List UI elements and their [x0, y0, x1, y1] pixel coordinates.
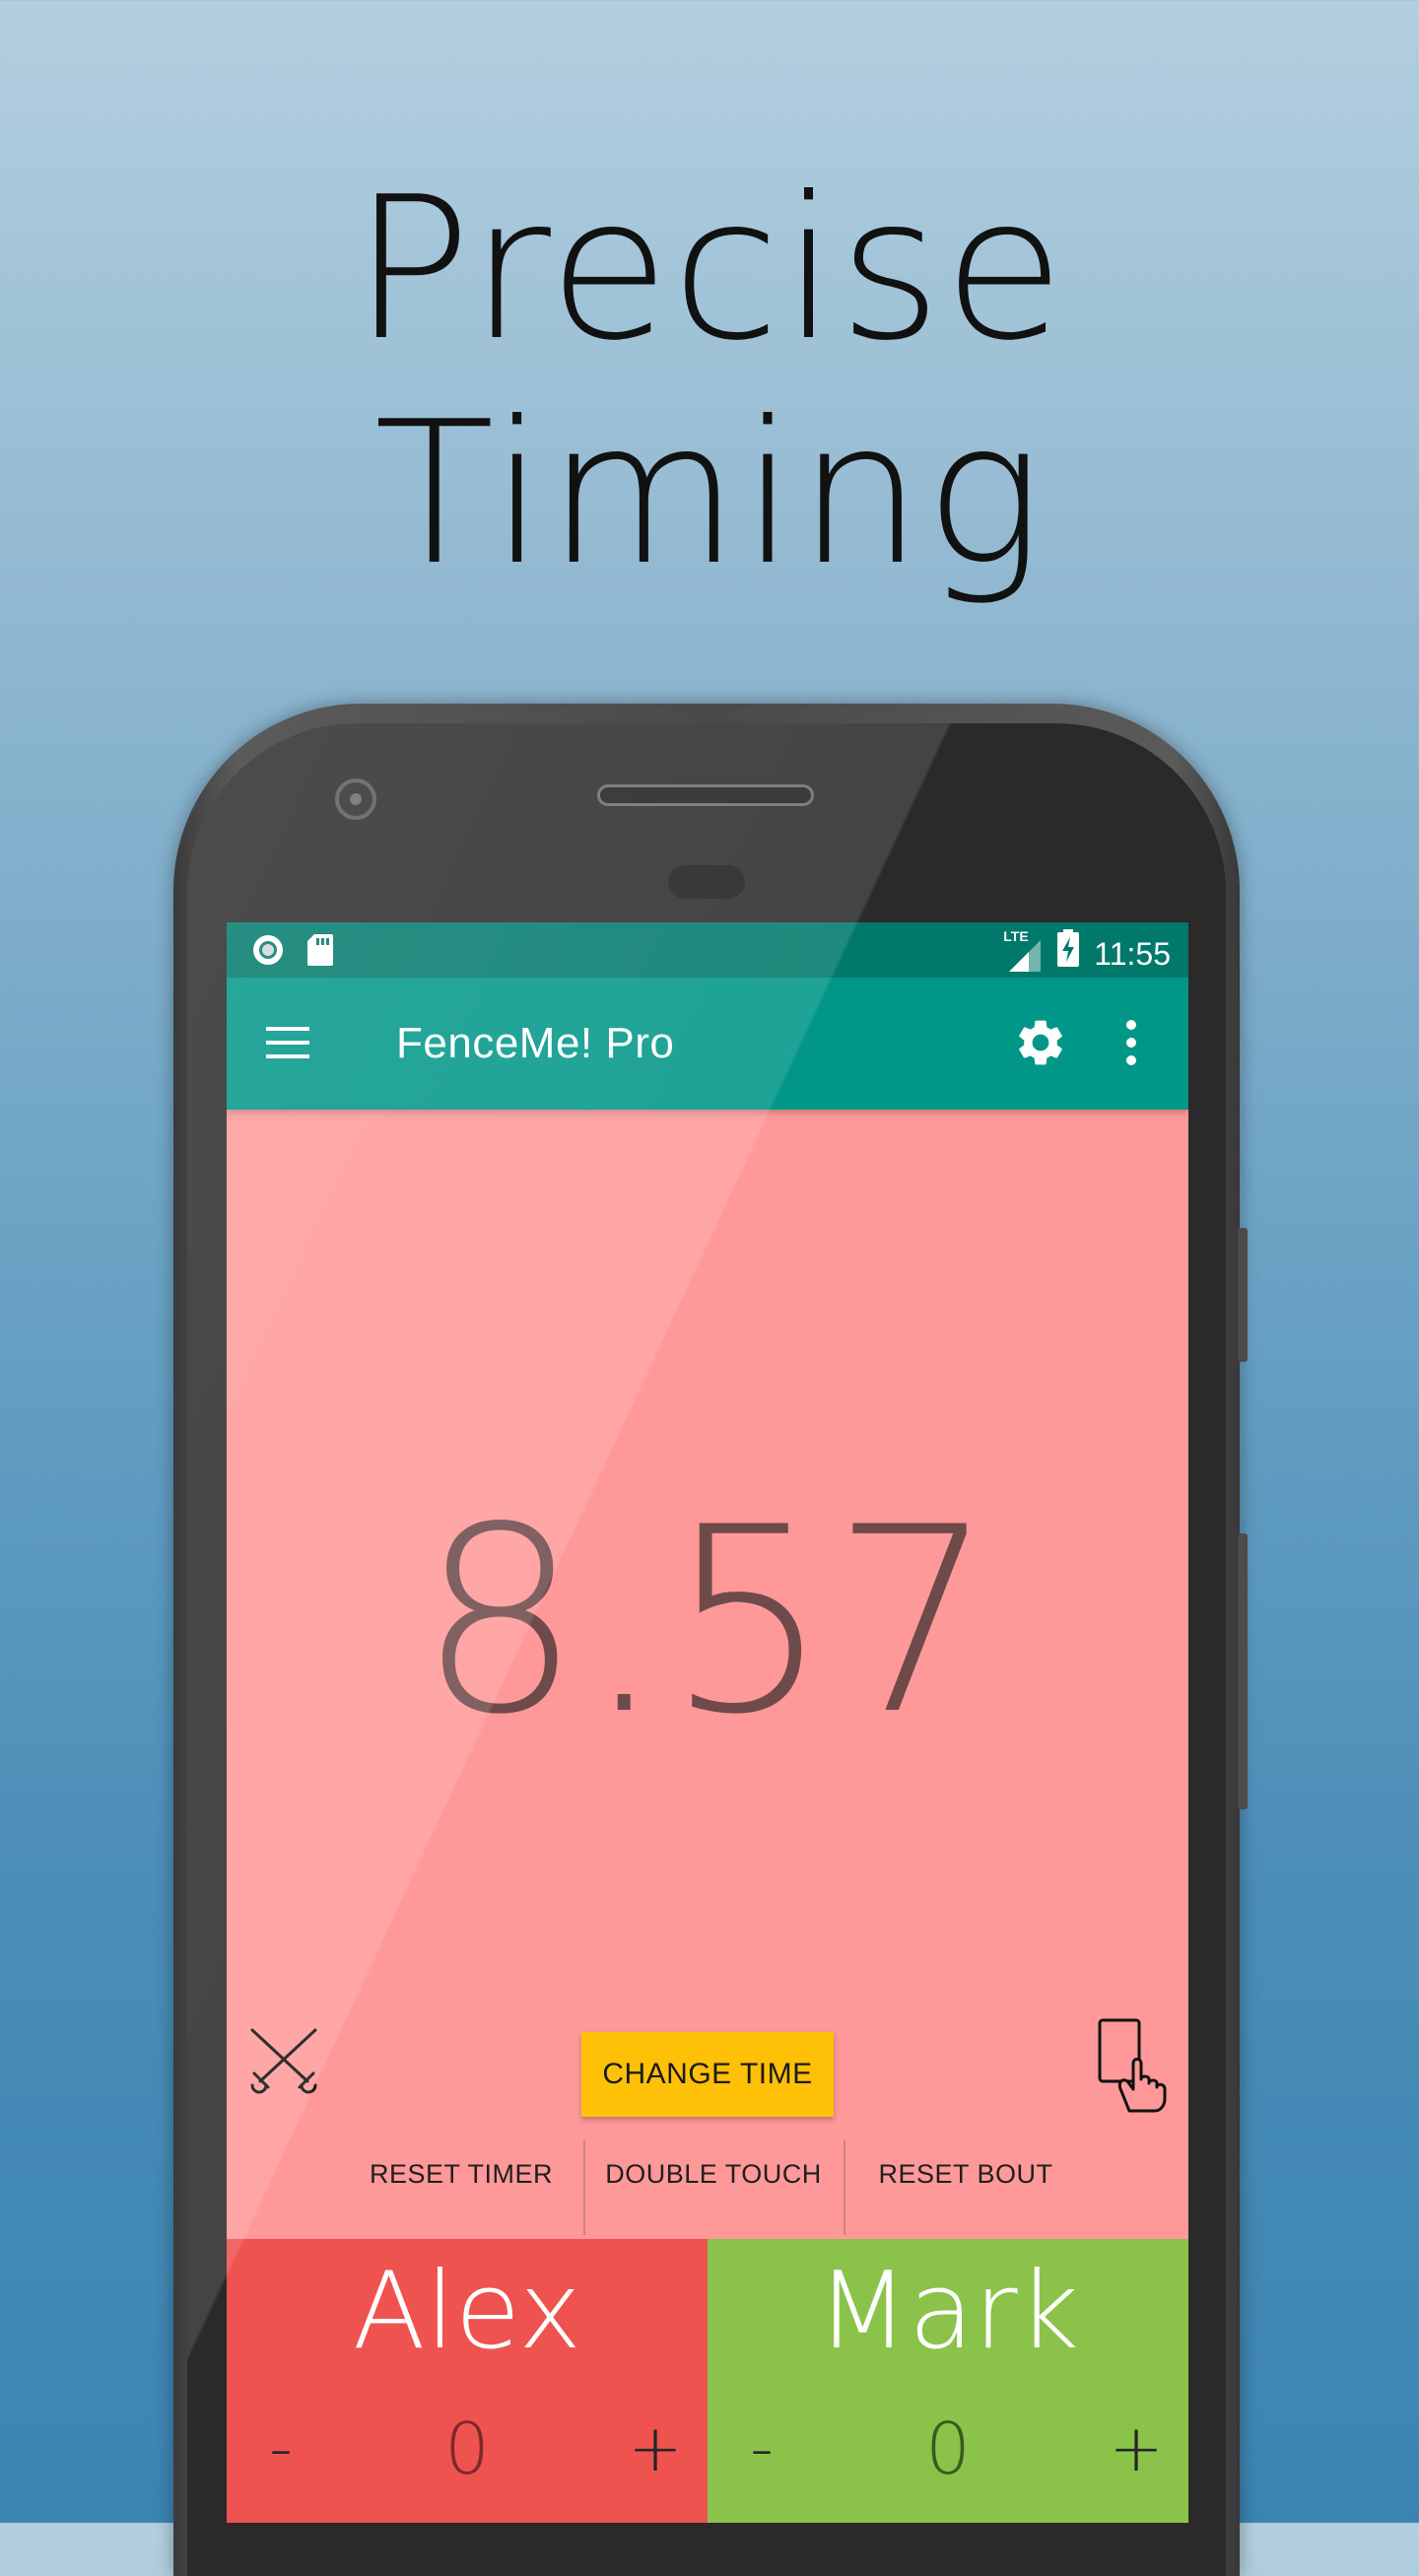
settings-button[interactable] [1013, 1015, 1068, 1070]
action-divider [844, 2140, 845, 2235]
more-vert-icon [1126, 1020, 1136, 1065]
app-title: FenceMe! Pro [396, 1019, 675, 1067]
action-divider [583, 2140, 585, 2235]
increment-score-button[interactable]: + [621, 2405, 690, 2493]
player-name[interactable]: Mark [708, 2253, 1188, 2371]
card-button[interactable] [1096, 2018, 1171, 2113]
headline-line-2: Timing [373, 379, 1046, 609]
increment-score-button[interactable]: + [1102, 2405, 1171, 2493]
app-bar: FenceMe! Pro [227, 978, 1188, 1110]
more-options-button[interactable] [1119, 1017, 1143, 1068]
headline-line-1: Precise [352, 155, 1067, 384]
status-right-info: LTE 11:55 [1003, 928, 1171, 979]
reset-timer-button[interactable]: RESET TIMER [355, 2136, 568, 2211]
earpiece-speaker [597, 784, 814, 806]
score-value: 0 [444, 2407, 490, 2490]
front-camera [335, 779, 376, 820]
score-row: - 0 + [708, 2405, 1188, 2493]
penalty-card-icon [1098, 2018, 1167, 2113]
proximity-sensor [668, 865, 745, 899]
sd-card-icon [305, 932, 335, 973]
menu-button[interactable] [264, 1021, 313, 1064]
player-right-panel: Mark - 0 + [708, 2239, 1188, 2523]
player-name[interactable]: Alex [227, 2253, 708, 2371]
score-value: 0 [925, 2407, 971, 2490]
decrement-score-button[interactable]: - [246, 2405, 315, 2493]
battery-charging-icon [1056, 928, 1080, 979]
double-touch-button[interactable]: DOUBLE TOUCH [591, 2136, 836, 2211]
phone-screen: LTE 11:55 FenceMe! Pro 8.57 CHANGE TIME … [227, 922, 1188, 2523]
volume-button [1238, 1228, 1248, 1362]
notification-circle-icon [250, 932, 286, 973]
menu-icon [266, 1027, 309, 1058]
status-bar: LTE 11:55 [227, 922, 1188, 978]
score-row: - 0 + [227, 2405, 708, 2493]
swords-button[interactable] [246, 2026, 321, 2095]
change-time-button[interactable]: CHANGE TIME [581, 2032, 834, 2117]
headline: Precise Timing [0, 158, 1419, 607]
power-button [1238, 1533, 1248, 1809]
signal-icon: LTE [1003, 928, 1043, 974]
crossed-swords-icon [250, 2028, 317, 2094]
status-time: 11:55 [1094, 935, 1171, 972]
status-left-icons [250, 932, 335, 973]
reset-bout-button[interactable]: RESET BOUT [847, 2136, 1084, 2211]
player-left-panel: Alex - 0 + [227, 2239, 708, 2523]
timer-display: 8.57 [418, 1473, 997, 1771]
gear-icon [1019, 1020, 1062, 1065]
action-bar: RESET TIMER DOUBLE TOUCH RESET BOUT [355, 2136, 1173, 2235]
decrement-score-button[interactable]: - [727, 2405, 796, 2493]
